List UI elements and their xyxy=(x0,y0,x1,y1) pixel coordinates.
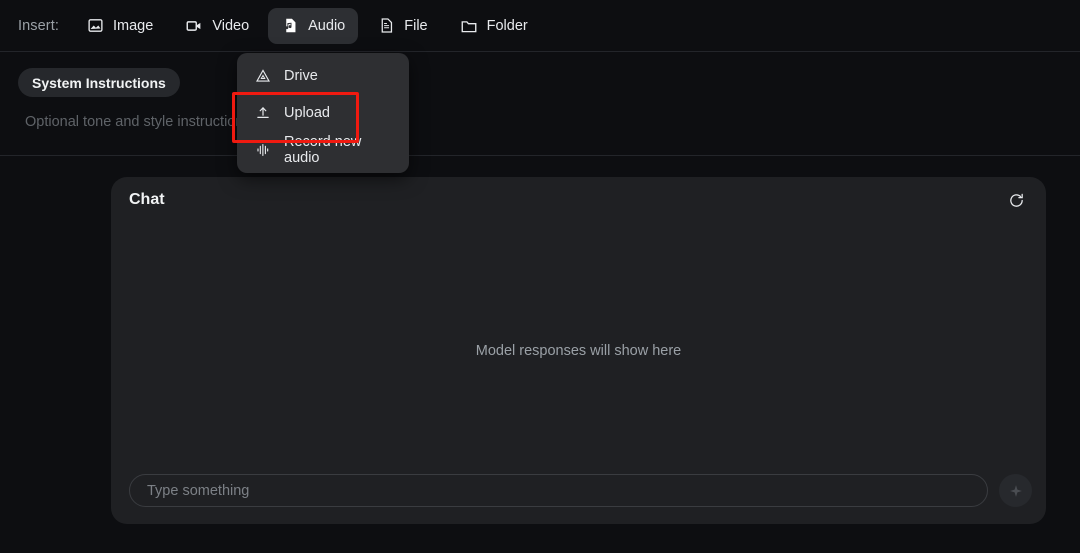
menu-item-drive[interactable]: Drive xyxy=(237,60,409,92)
insert-audio-button[interactable]: Audio xyxy=(268,7,359,44)
system-instructions-chip-label: System Instructions xyxy=(32,74,166,91)
menu-item-drive-label: Drive xyxy=(284,68,318,84)
waveform-icon xyxy=(254,141,272,159)
menu-item-record-label: Record new audio xyxy=(284,134,362,166)
sparkle-send-icon xyxy=(1009,484,1022,497)
insert-image-label: Image xyxy=(113,17,154,34)
app-root: Insert: Image Video Audio File Folder Sy… xyxy=(0,0,1080,553)
system-instructions-section: System Instructions Optional tone and st… xyxy=(0,52,1080,156)
audio-icon xyxy=(281,17,299,35)
system-instructions-chip[interactable]: System Instructions xyxy=(18,68,180,97)
chat-header: Chat xyxy=(111,177,1046,223)
send-button[interactable] xyxy=(999,474,1032,507)
file-icon xyxy=(377,17,395,35)
chat-panel: Chat Model responses will show here xyxy=(111,177,1046,524)
upload-icon xyxy=(254,104,272,122)
insert-audio-label: Audio xyxy=(308,17,346,34)
refresh-icon[interactable] xyxy=(1004,188,1028,212)
insert-video-button[interactable]: Video xyxy=(172,8,262,44)
insert-folder-label: Folder xyxy=(486,17,528,34)
menu-item-record-new-audio[interactable]: Record new audio xyxy=(237,134,409,166)
folder-icon xyxy=(460,17,478,35)
chat-empty-state: Model responses will show here xyxy=(111,177,1046,524)
chat-empty-text: Model responses will show here xyxy=(475,342,682,359)
chat-input[interactable] xyxy=(129,474,988,507)
image-icon xyxy=(86,17,104,35)
menu-item-upload[interactable]: Upload xyxy=(237,97,409,129)
insert-image-button[interactable]: Image xyxy=(73,8,166,44)
audio-dropdown-menu: Drive Upload Record new audio xyxy=(237,53,409,173)
video-icon xyxy=(185,17,203,35)
chat-title: Chat xyxy=(129,191,165,208)
insert-file-label: File xyxy=(404,17,428,34)
insert-label: Insert: xyxy=(18,17,59,34)
drive-icon xyxy=(254,67,272,85)
chat-input-row xyxy=(129,474,1032,507)
insert-folder-button[interactable]: Folder xyxy=(447,8,541,44)
insert-video-label: Video xyxy=(212,17,250,34)
insert-toolbar: Insert: Image Video Audio File Folder xyxy=(0,0,1080,52)
menu-item-upload-label: Upload xyxy=(284,105,330,121)
insert-file-button[interactable]: File xyxy=(364,8,440,44)
